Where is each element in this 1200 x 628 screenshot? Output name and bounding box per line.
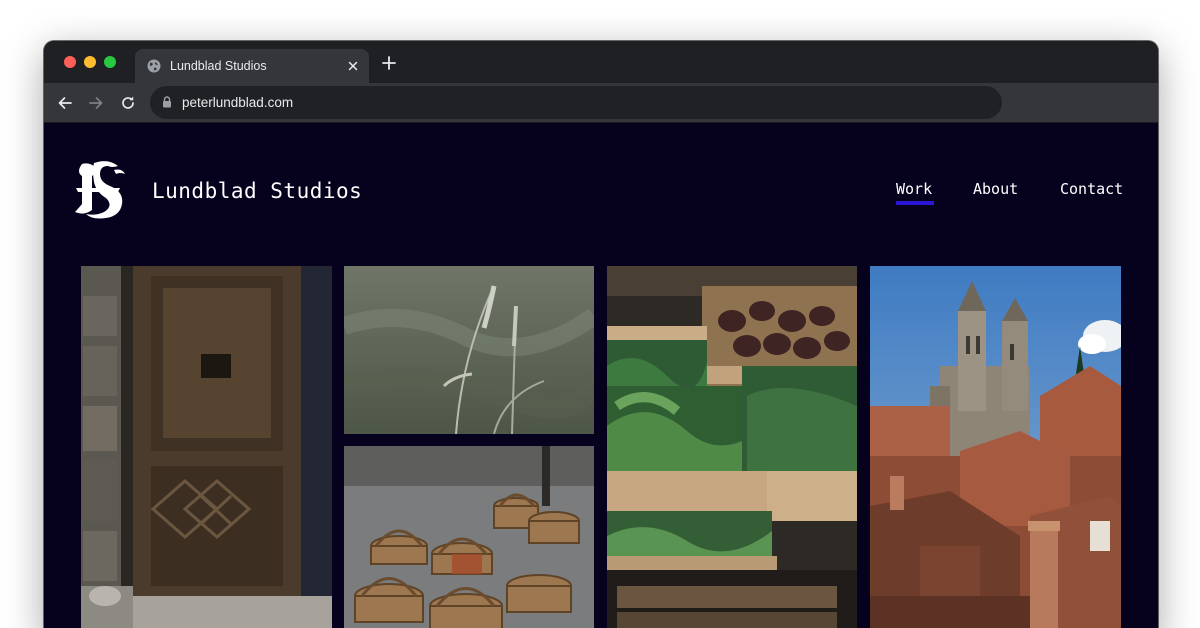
- browser-title-bar: Lundblad Studios: [44, 41, 1158, 83]
- gallery-photo-door[interactable]: [81, 266, 332, 628]
- close-window-button[interactable]: [64, 56, 76, 68]
- gallery-photo-town[interactable]: [870, 266, 1121, 628]
- nav-link-about[interactable]: About: [973, 180, 1018, 198]
- gallery-photo-grass[interactable]: [344, 266, 594, 434]
- site-title[interactable]: Lundblad Studios: [152, 179, 362, 203]
- back-arrow-icon[interactable]: [56, 94, 74, 112]
- nav-link-contact[interactable]: Contact: [1060, 180, 1123, 198]
- tab-title: Lundblad Studios: [170, 59, 267, 73]
- close-tab-icon[interactable]: [345, 58, 361, 74]
- reload-icon[interactable]: [119, 94, 137, 112]
- active-nav-indicator: [896, 201, 934, 205]
- webpage: Lundblad Studios Work About Contact: [44, 124, 1158, 628]
- forward-arrow-icon[interactable]: [87, 94, 105, 112]
- maximize-window-button[interactable]: [104, 56, 116, 68]
- browser-toolbar: peterlundblad.com: [44, 83, 1158, 123]
- globe-icon: [147, 59, 161, 73]
- gallery-photo-baskets[interactable]: [344, 446, 594, 628]
- lock-icon: [163, 96, 171, 108]
- browser-window: Lundblad Studios peterlundblad.com Lundb…: [44, 41, 1158, 628]
- address-bar[interactable]: peterlundblad.com: [150, 86, 1002, 119]
- minimize-window-button[interactable]: [84, 56, 96, 68]
- new-tab-icon[interactable]: [381, 55, 397, 71]
- browser-tab[interactable]: Lundblad Studios: [135, 49, 369, 83]
- studio-logo[interactable]: [74, 160, 126, 220]
- gallery-photo-market[interactable]: [607, 266, 857, 628]
- url-text: peterlundblad.com: [182, 95, 294, 110]
- nav-link-work[interactable]: Work: [896, 180, 932, 198]
